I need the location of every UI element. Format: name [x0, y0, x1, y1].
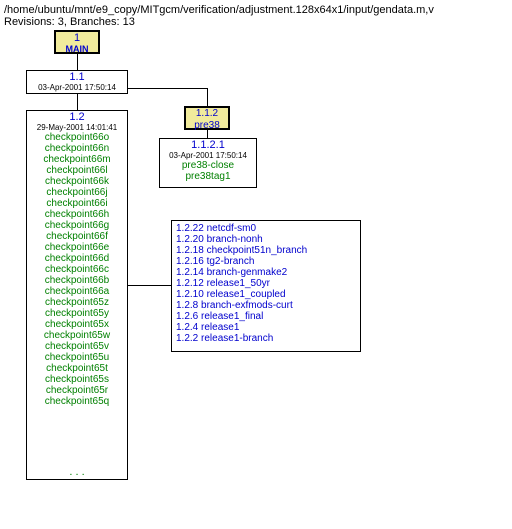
pre38-label: pre38 [194, 120, 220, 131]
rev12-tag: checkpoint66g [29, 220, 125, 231]
branch-row: 1.2.4 release1 [176, 322, 356, 333]
rev12-ellipsis-box: . . . [26, 466, 128, 480]
rev12-tag: checkpoint66c [29, 264, 125, 275]
rev12-ellipsis: . . . [69, 466, 84, 478]
rev12-tag: checkpoint65s [29, 374, 125, 385]
branch-line-v [207, 88, 208, 106]
rev12-date: 29-May-2001 14:01:41 [29, 124, 125, 132]
rev1121-tag-1: pre38tag1 [162, 171, 254, 182]
rev12-tag: checkpoint66j [29, 187, 125, 198]
rev12-tag: checkpoint66m [29, 154, 125, 165]
branch-row: 1.2.10 release1_coupled [176, 289, 356, 300]
rev12-tag: checkpoint66e [29, 242, 125, 253]
rev12-tag: checkpoint66d [29, 253, 125, 264]
rev12-tag: checkpoint65w [29, 330, 125, 341]
rev-stats: Revisions: 3, Branches: 13 [4, 16, 135, 28]
rev12-tag: checkpoint66a [29, 286, 125, 297]
rev12-tag: checkpoint65v [29, 341, 125, 352]
node-pre38[interactable]: 1.1.2 pre38 [184, 106, 230, 130]
branch-row: 1.2.6 release1_final [176, 311, 356, 322]
rev12-tag: checkpoint66b [29, 275, 125, 286]
node-main[interactable]: 1 MAIN [54, 30, 100, 54]
branch-row: 1.2.18 checkpoint51n_branch [176, 245, 356, 256]
rev12-tag: checkpoint66f [29, 231, 125, 242]
main-label: MAIN [58, 45, 96, 54]
main-num: 1 [58, 33, 96, 45]
rev12-tag: checkpoint66n [29, 143, 125, 154]
pre38-to-rev-line [207, 130, 208, 138]
rev12-tag: checkpoint66h [29, 209, 125, 220]
rev12-tag: checkpoint66o [29, 132, 125, 143]
rev12-tag: checkpoint65r [29, 385, 125, 396]
rev1121-num: 1.1.2.1 [162, 140, 254, 152]
rev12-tag: checkpoint65x [29, 319, 125, 330]
rev1121-date: 03-Apr-2001 17:50:14 [162, 152, 254, 160]
branch-row: 1.2.14 branch-genmake2 [176, 267, 356, 278]
branch-list-box[interactable]: 1.2.22 netcdf-sm0 1.2.20 branch-nonh 1.2… [171, 220, 361, 352]
rev11-num: 1.1 [29, 72, 125, 84]
graph-canvas: 1 MAIN 1.1 03-Apr-2001 17:50:14 1.1.2 pr… [4, 30, 504, 520]
rev12-tag: checkpoint65u [29, 352, 125, 363]
rev1121-tag-0: pre38-close [162, 160, 254, 171]
rev12-tag: checkpoint65t [29, 363, 125, 374]
branch-row: 1.2.8 branch-exfmods-curt [176, 300, 356, 311]
branch-row: 1.2.12 release1_50yr [176, 278, 356, 289]
rev12-tag: checkpoint65z [29, 297, 125, 308]
rev12-tag: checkpoint66k [29, 176, 125, 187]
header: /home/ubuntu/mnt/e9_copy/MITgcm/verifica… [4, 4, 512, 28]
branch-row: 1.2.22 netcdf-sm0 [176, 223, 356, 234]
rev12-tag: checkpoint65q [29, 396, 125, 407]
branch-row: 1.2.20 branch-nonh [176, 234, 356, 245]
node-rev-1-1-2-1[interactable]: 1.1.2.1 03-Apr-2001 17:50:14 pre38-close… [159, 138, 257, 188]
rev12-tag: checkpoint66i [29, 198, 125, 209]
rev12-tag: checkpoint65y [29, 308, 125, 319]
rev12-tag: checkpoint66l [29, 165, 125, 176]
file-path: /home/ubuntu/mnt/e9_copy/MITgcm/verifica… [4, 4, 434, 16]
node-rev-1-1[interactable]: 1.1 03-Apr-2001 17:50:14 [26, 70, 128, 94]
rev11-date: 03-Apr-2001 17:50:14 [29, 84, 125, 92]
branch-row: 1.2.2 release1-branch [176, 333, 356, 344]
rev12-num: 1.2 [29, 112, 125, 124]
pre38-num: 1.1.2 [188, 109, 226, 120]
branch-row: 1.2.16 tg2-branch [176, 256, 356, 267]
node-rev-1-2[interactable]: 1.2 29-May-2001 14:01:41 checkpoint66o c… [26, 110, 128, 468]
